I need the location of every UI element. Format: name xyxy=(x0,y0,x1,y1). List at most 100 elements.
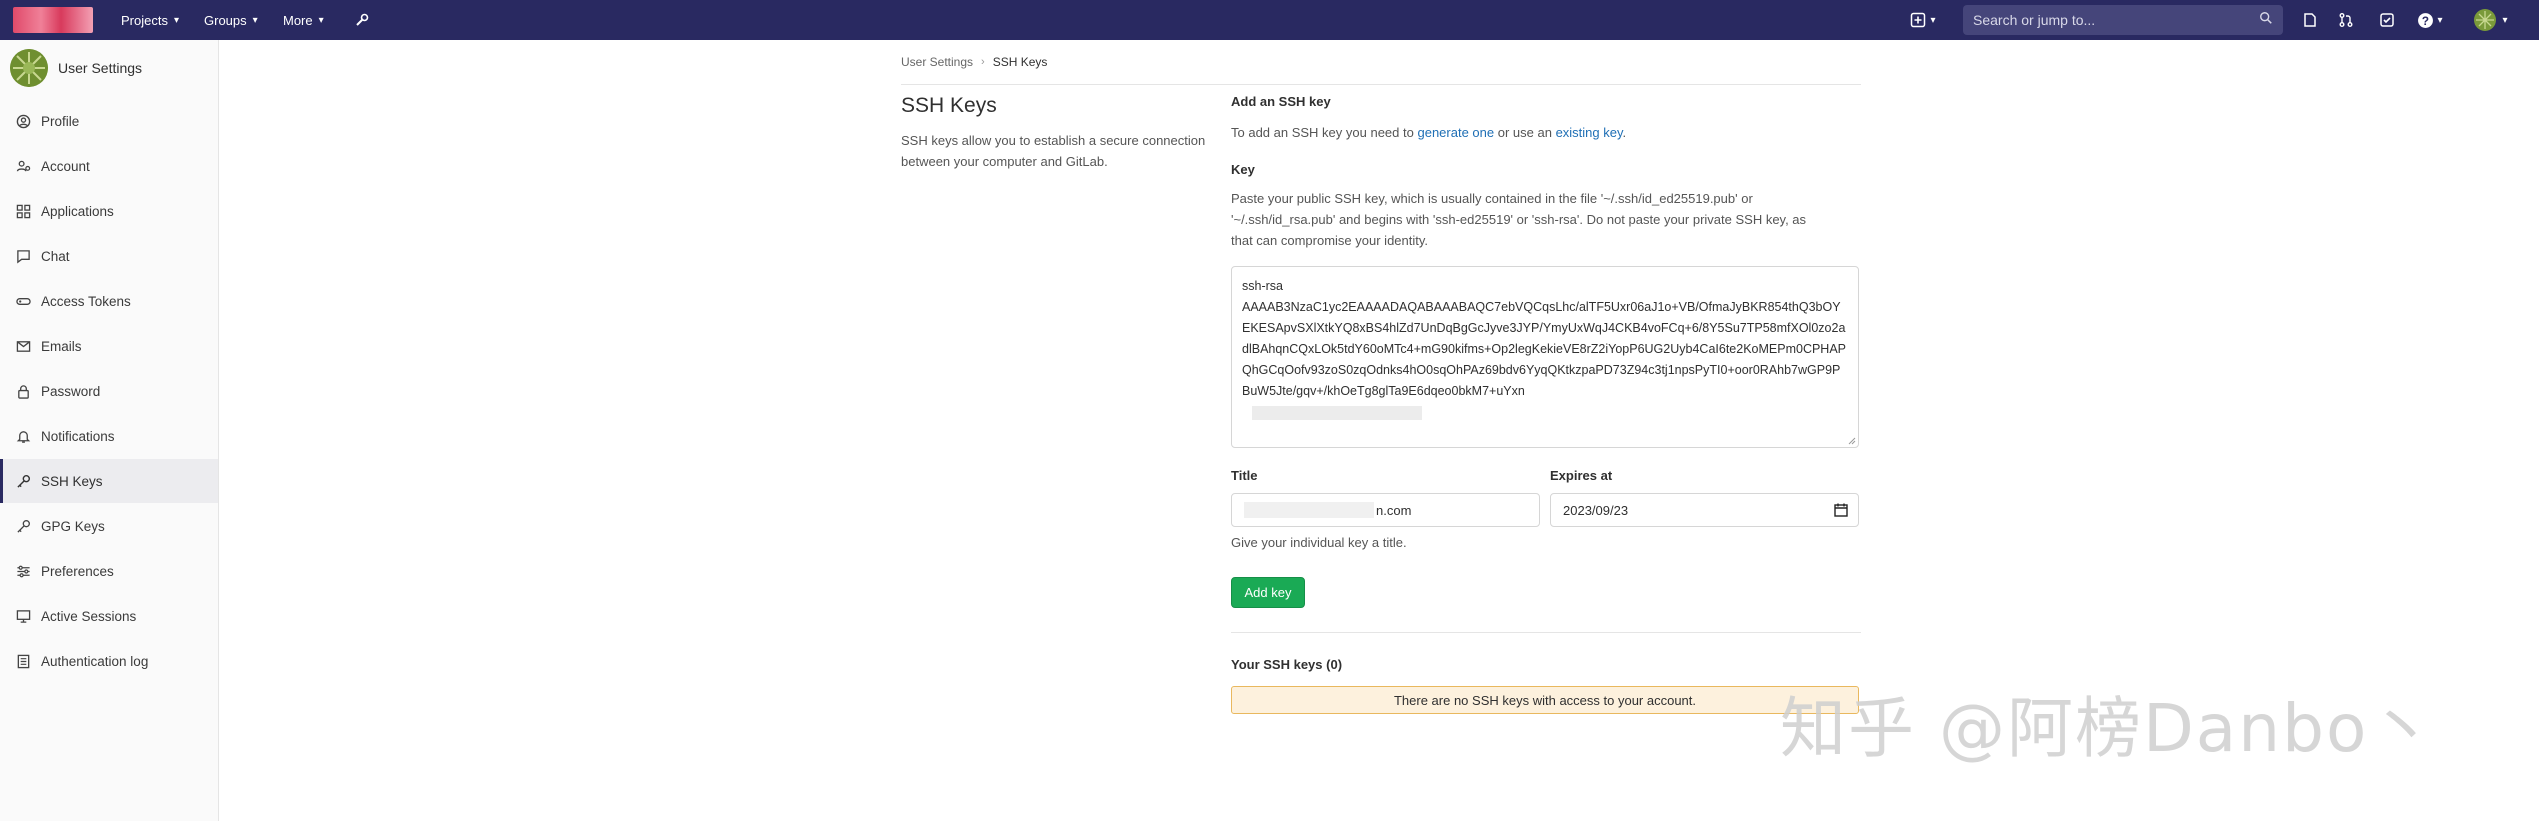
nav-more[interactable]: More ▾ xyxy=(283,0,324,40)
sidebar-item-chat[interactable]: Chat xyxy=(0,234,218,278)
divider xyxy=(1231,632,1861,633)
expires-date-value: 2023/09/23 xyxy=(1563,502,1629,518)
new-item-plus-icon[interactable] xyxy=(1908,10,1928,30)
account-icon xyxy=(15,158,32,175)
sidebar-item-label: Applications xyxy=(41,203,114,219)
sidebar-item-label: Profile xyxy=(41,113,80,129)
existing-key-link[interactable]: existing key xyxy=(1556,125,1623,140)
sidebar-item-label: Preferences xyxy=(41,563,114,579)
sidebar-item-label: Active Sessions xyxy=(41,608,137,624)
key-help-line: '~/.ssh/id_rsa.pub' and begins with 'ssh… xyxy=(1231,212,1807,227)
svg-text:?: ? xyxy=(2421,14,2428,27)
nav-groups[interactable]: Groups ▾ xyxy=(204,0,258,40)
sidebar-item-password[interactable]: Password xyxy=(0,369,218,413)
lock-icon xyxy=(15,383,32,400)
search-input[interactable]: Search or jump to... xyxy=(1963,5,2283,35)
help-icon[interactable]: ? xyxy=(2415,10,2435,30)
sidebar-item-profile[interactable]: Profile xyxy=(0,99,218,143)
chevron-down-icon: ▾ xyxy=(318,14,324,26)
page-title: SSH Keys xyxy=(901,94,997,117)
sidebar-item-label: SSH Keys xyxy=(41,473,103,489)
token-icon xyxy=(15,293,32,310)
gitlab-logo[interactable] xyxy=(13,7,93,33)
sidebar-item-applications[interactable]: Applications xyxy=(0,189,218,233)
key-icon xyxy=(15,473,32,490)
generate-one-link[interactable]: generate one xyxy=(1417,125,1494,140)
search-placeholder: Search or jump to... xyxy=(1973,12,2096,28)
key-icon xyxy=(15,518,32,535)
sidebar-item-preferences[interactable]: Preferences xyxy=(0,549,218,593)
breadcrumb: User Settings › SSH Keys xyxy=(901,55,1047,69)
sidebar-item-active-sessions[interactable]: Active Sessions xyxy=(0,594,218,638)
title-label: Title xyxy=(1231,468,1258,483)
add-key-intro-suffix: . xyxy=(1622,125,1627,140)
page-description: SSH keys allow you to establish a secure… xyxy=(901,133,1206,169)
add-key-heading: Add an SSH key xyxy=(1231,94,1331,109)
add-key-intro: To add an SSH key you need to generate o… xyxy=(1231,122,1626,143)
preferences-icon xyxy=(15,563,32,580)
redacted-text xyxy=(1252,405,1422,420)
sidebar-item-label: Password xyxy=(41,383,101,399)
resize-handle-icon[interactable] xyxy=(1847,436,1856,445)
sidebar-item-access-tokens[interactable]: Access Tokens xyxy=(0,279,218,323)
key-help-line: that can compromise your identity. xyxy=(1231,233,1429,248)
applications-icon xyxy=(15,203,32,220)
title-help-text: Give your individual key a title. xyxy=(1231,535,1407,550)
todo-icon[interactable] xyxy=(2377,10,2397,30)
nav-groups-label: Groups xyxy=(204,12,247,28)
chevron-down-icon[interactable]: ▾ xyxy=(2434,10,2446,30)
issues-icon[interactable] xyxy=(2300,10,2320,30)
chevron-down-icon[interactable]: ▾ xyxy=(1927,10,1939,30)
log-icon xyxy=(15,653,32,670)
nav-projects[interactable]: Projects ▾ xyxy=(121,0,179,40)
key-value-body: AAAAB3NzaC1yc2EAAAADAQABAAABAQC7ebVQCqsL… xyxy=(1242,300,1847,398)
sidebar-item-label: Access Tokens xyxy=(41,293,131,309)
sidebar-item-notifications[interactable]: Notifications xyxy=(0,414,218,458)
sidebar-title: User Settings xyxy=(58,60,143,76)
your-ssh-keys-heading: Your SSH keys (0) xyxy=(1231,657,1343,672)
divider xyxy=(901,84,1861,85)
sidebar-item-label: Authentication log xyxy=(41,653,149,669)
chevron-down-icon[interactable]: ▾ xyxy=(2499,10,2511,30)
key-help-text: Paste your public SSH key, which is usua… xyxy=(1231,188,1871,251)
redacted-text xyxy=(1244,502,1374,518)
key-textarea[interactable]: ssh-rsa AAAAB3NzaC1yc2EAAAADAQABAAABAQC7… xyxy=(1231,266,1859,448)
sidebar-header[interactable]: User Settings xyxy=(10,48,142,88)
sidebar-item-ssh-keys[interactable]: SSH Keys xyxy=(0,459,218,503)
key-help-line: Paste your public SSH key, which is usua… xyxy=(1231,191,1753,206)
sidebar-item-authentication-log[interactable]: Authentication log xyxy=(0,639,218,683)
settings-sidebar: User Settings Profile Account Applicatio… xyxy=(0,40,219,821)
sidebar-item-label: Chat xyxy=(41,248,70,264)
nav-projects-label: Projects xyxy=(121,12,168,28)
add-key-intro-mid: or use an xyxy=(1497,125,1552,140)
sidebar-item-account[interactable]: Account xyxy=(0,144,218,188)
add-key-intro-prefix: To add an SSH key you need to xyxy=(1231,125,1414,140)
breadcrumb-ssh-keys[interactable]: SSH Keys xyxy=(993,55,1048,69)
add-key-button[interactable]: Add key xyxy=(1231,577,1305,608)
watermark: 知乎 @阿榜Danbo丶 xyxy=(1780,690,2437,767)
bell-icon xyxy=(15,428,32,445)
title-input[interactable]: n.com xyxy=(1231,493,1540,527)
monitor-icon xyxy=(15,608,32,625)
user-avatar[interactable] xyxy=(2473,8,2497,32)
expires-date-input[interactable]: 2023/09/23 xyxy=(1550,493,1859,527)
breadcrumb-user-settings[interactable]: User Settings xyxy=(901,55,973,69)
sidebar-item-gpg-keys[interactable]: GPG Keys xyxy=(0,504,218,548)
chevron-down-icon: ▾ xyxy=(173,14,179,26)
calendar-icon[interactable] xyxy=(1834,503,1848,517)
nav-more-label: More xyxy=(283,12,313,28)
key-label: Key xyxy=(1231,162,1255,177)
key-value-prefix: ssh-rsa xyxy=(1242,279,1283,293)
sidebar-item-label: Account xyxy=(41,158,90,174)
expires-label: Expires at xyxy=(1550,468,1613,483)
chat-icon xyxy=(15,248,32,265)
top-navbar: Projects ▾ Groups ▾ More ▾ ▾ Search or j… xyxy=(0,0,2539,40)
no-keys-message: There are no SSH keys with access to you… xyxy=(1231,686,1859,714)
search-icon xyxy=(2260,12,2272,24)
merge-request-icon[interactable] xyxy=(2336,10,2356,30)
sidebar-item-label: Notifications xyxy=(41,428,115,444)
sidebar-item-emails[interactable]: Emails xyxy=(0,324,218,368)
profile-icon xyxy=(15,113,32,130)
chevron-down-icon: ▾ xyxy=(252,14,258,26)
wrench-icon[interactable] xyxy=(352,10,372,30)
